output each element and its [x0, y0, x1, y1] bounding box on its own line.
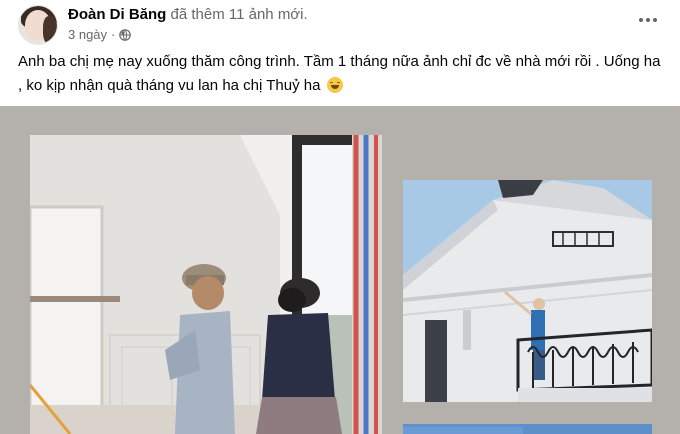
- post-time[interactable]: 3 ngày: [68, 27, 107, 43]
- avatar-hair-side: [43, 16, 57, 44]
- partial-photo-image: [403, 427, 652, 434]
- more-options-button[interactable]: [634, 10, 662, 30]
- more-horizontal-icon: [639, 18, 643, 22]
- post-action: đã thêm 11 ảnh mới.: [170, 6, 308, 23]
- globe-icon[interactable]: [119, 29, 132, 41]
- meta-separator: ·: [111, 27, 116, 42]
- post-meta: 3 ngày ·: [68, 27, 132, 43]
- author-line: Đoàn Di Băng đã thêm 11 ảnh mới.: [68, 6, 308, 24]
- interior-photo-image: [30, 135, 382, 434]
- post-message: Anh ba chị mẹ nay xuống thăm công trình.…: [18, 50, 668, 98]
- gallery-photo-partial[interactable]: [403, 424, 652, 434]
- gallery-photo-exterior[interactable]: [403, 180, 652, 402]
- exterior-photo-image: [403, 180, 652, 402]
- author-avatar[interactable]: [18, 5, 58, 45]
- author-name[interactable]: Đoàn Di Băng: [68, 6, 166, 23]
- post-header: Đoàn Di Băng đã thêm 11 ảnh mới. 3 ngày …: [0, 0, 680, 48]
- gallery-photo-interior[interactable]: [30, 135, 382, 434]
- grinning-face-emoji: [326, 77, 343, 93]
